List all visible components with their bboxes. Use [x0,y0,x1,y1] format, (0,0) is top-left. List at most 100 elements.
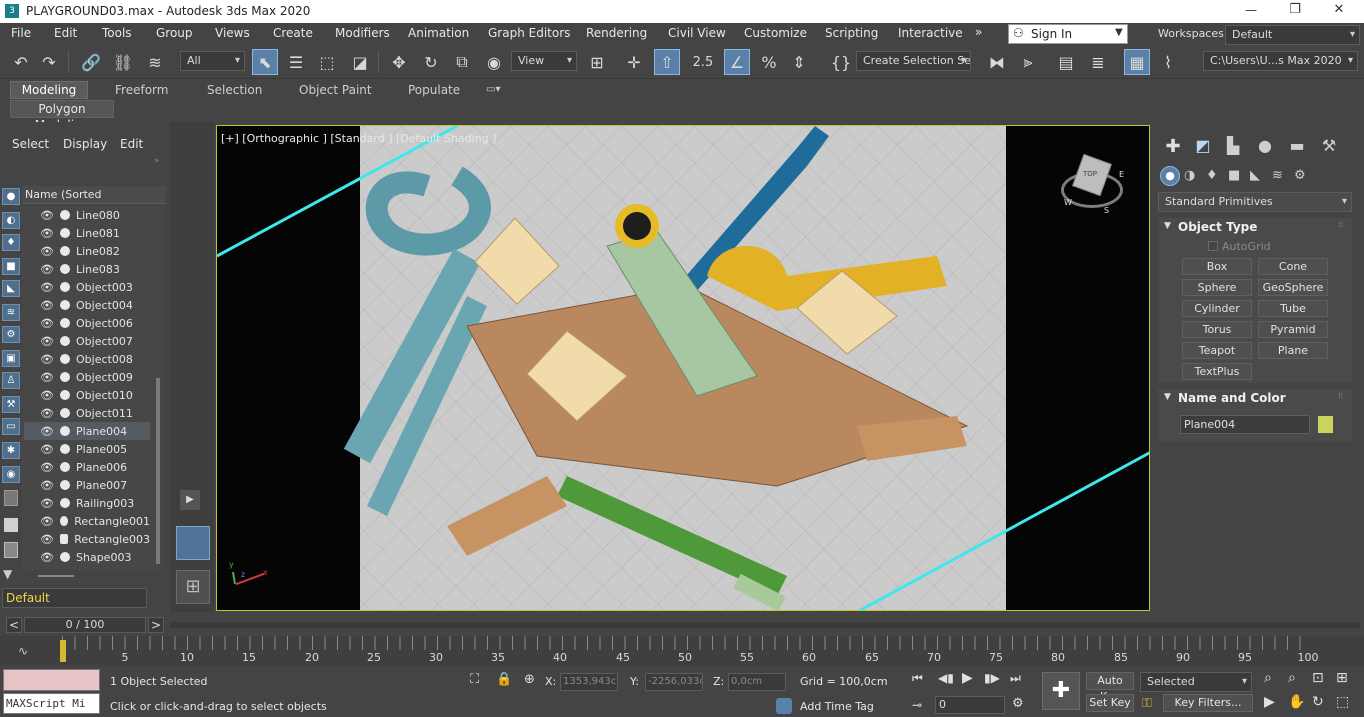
link-icon[interactable]: 🔗 [78,49,104,75]
menu-create[interactable]: Create [273,26,313,40]
toolbox-helpers-icon[interactable]: ◣ [2,280,20,297]
minimize-button[interactable]: — [1240,3,1262,17]
toolbox-visibility-icon[interactable]: ◉ [2,466,20,483]
collapse-icon[interactable]: ▼ [1164,221,1171,231]
goto-start-icon[interactable]: ⏮ [912,671,923,686]
toolbox-bones-icon[interactable]: ♙ [2,372,20,389]
list-item[interactable]: 👁 Railing003 [24,494,150,512]
toolbox-wrench-icon[interactable]: ⚒ [2,396,20,413]
visibility-icon[interactable]: 👁 [40,371,54,384]
list-item[interactable]: 👁 Object010 [24,386,150,404]
key-icon[interactable]: ⚿ [1142,696,1152,711]
bind-space-warp-icon[interactable]: ≋ [142,49,168,75]
scale-icon[interactable]: ⧉ [449,49,475,75]
menu-views[interactable]: Views [215,26,250,40]
rollout-grip-icon[interactable]: ⁞⁞ [1338,220,1343,229]
menu-scripting[interactable]: Scripting [825,26,878,40]
mirror-icon[interactable]: ⧓ [984,49,1010,75]
time-tag-icon[interactable] [776,698,792,714]
curve-editor-toggle-icon[interactable]: ∿ [18,644,28,658]
polygon-modeling-panel[interactable]: Polygon Modeling [10,100,114,132]
ribbon-options-icon[interactable]: ▭▾ [486,84,508,96]
visibility-icon[interactable]: 👁 [40,209,54,222]
toolbox-layer-icon[interactable] [4,490,18,506]
angle-snap-icon[interactable]: ∠ [724,49,750,75]
explorer-more-icon[interactable]: » [154,156,160,166]
manipulate-icon[interactable]: ✛ [621,49,647,75]
rollout-grip-icon[interactable]: ⁞⁞ [1338,391,1343,400]
align-icon[interactable]: ⫸ [1015,49,1041,75]
visibility-icon[interactable]: 👁 [40,245,54,258]
toolbox-filter-icon[interactable]: ▼ [3,567,19,581]
explorer-menu-select[interactable]: Select [12,137,49,151]
explorer-menu-display[interactable]: Display [63,137,107,151]
tube-button[interactable]: Tube [1258,300,1328,317]
maxscript-mini-listener[interactable]: MAXScript Mi [3,693,100,714]
unlink-icon[interactable]: ⛓ [110,49,136,75]
prev-frame-icon[interactable]: ◀▮ [938,671,954,685]
zoom-extents-icon[interactable]: ⊡ [1312,670,1324,686]
rotate-icon[interactable]: ↻ [418,49,444,75]
absolute-mode-icon[interactable]: ⊕ [524,672,535,687]
list-item[interactable]: 👁 Object008 [24,350,150,368]
list-item[interactable]: 👁 Shape003 [24,548,150,566]
visibility-icon[interactable]: 👁 [40,317,54,330]
visibility-icon[interactable]: 👁 [40,353,54,366]
sphere-button[interactable]: Sphere [1182,279,1252,296]
box-button[interactable]: Box [1182,258,1252,275]
maximize-viewport-icon[interactable]: ⬚ [1336,694,1349,710]
sign-in-dropdown[interactable]: ⚇ Sign In ▼ [1008,24,1128,44]
list-item[interactable]: 👁 Rectangle001 [24,512,150,530]
list-item[interactable]: 👁 Plane005 [24,440,150,458]
edit-named-selection-icon[interactable]: {} [828,49,854,75]
zoom-all-icon[interactable]: ⌕ [1288,670,1296,686]
list-item[interactable]: 👁 Object007 [24,332,150,350]
torus-button[interactable]: Torus [1182,321,1252,338]
place-icon[interactable]: ◉ [481,49,507,75]
tab-modeling[interactable]: Modeling [10,81,88,99]
visibility-icon[interactable]: 👁 [40,461,54,474]
menu-modifiers[interactable]: Modifiers [335,26,390,40]
percent-snap-icon[interactable]: % [756,49,782,75]
object-color-swatch[interactable] [1318,416,1333,433]
current-frame-field[interactable]: 0 [935,696,1005,714]
toolbox-create-icon[interactable]: ● [2,188,20,205]
visibility-icon[interactable]: 👁 [40,407,54,420]
autogrid-checkbox[interactable] [1208,241,1218,251]
tab-selection[interactable]: Selection [207,83,262,97]
tab-populate[interactable]: Populate [408,83,460,97]
column-header[interactable]: Name (Sorted Ascending) [22,186,166,219]
toggle-ribbon-icon[interactable]: ▦ [1124,49,1150,75]
toolbox-groups-icon[interactable]: ▣ [2,350,20,367]
list-item[interactable]: 👁 Line083 [24,260,150,278]
named-selection-dropdown[interactable]: Create Selection Se [856,51,971,71]
rectangular-selection-icon[interactable]: ⬚ [314,49,340,75]
object-type-title[interactable]: Object Type [1178,220,1257,234]
list-item[interactable]: 👁 Object009 [24,368,150,386]
list-item[interactable]: 👁 Line082 [24,242,150,260]
cone-button[interactable]: Cone [1258,258,1328,275]
pivot-center-icon[interactable]: ⊞ [584,49,610,75]
visibility-icon[interactable]: 👁 [40,335,54,348]
visibility-icon[interactable]: 👁 [40,479,54,492]
helpers-category-icon[interactable]: ◣ [1250,168,1260,183]
list-item[interactable]: 👁 Rectangle003 [24,530,150,548]
list-item-selected[interactable]: 👁 Plane004 [24,422,150,440]
spacewarps-category-icon[interactable]: ≋ [1272,168,1283,183]
toolbox-lights-icon[interactable]: ♦ [2,234,20,251]
time-slider[interactable]: 0 / 100 [24,617,146,633]
cylinder-button[interactable]: Cylinder [1182,300,1252,317]
utilities-tab-icon[interactable]: ⚒ [1316,136,1342,155]
visibility-icon[interactable]: 👁 [40,533,54,546]
lights-category-icon[interactable]: ♦ [1206,168,1218,183]
expand-arrow-icon[interactable]: ▶ [180,490,200,510]
window-crossing-icon[interactable]: ◪ [347,49,373,75]
time-config-icon[interactable]: ⚙ [1012,696,1024,711]
keyboard-shortcut-override-icon[interactable]: ⇧ [654,49,680,75]
list-item[interactable]: 👁 Object003 [24,278,150,296]
spinner-snap-icon[interactable]: ⇕ [786,49,812,75]
snaps-toggle-icon[interactable]: 2.5 [690,49,716,75]
key-mode-dropdown[interactable]: Selected [1140,672,1252,692]
workspace-select[interactable]: Default [1225,25,1360,45]
selection-lock-icon[interactable]: 🔒 [496,672,512,687]
